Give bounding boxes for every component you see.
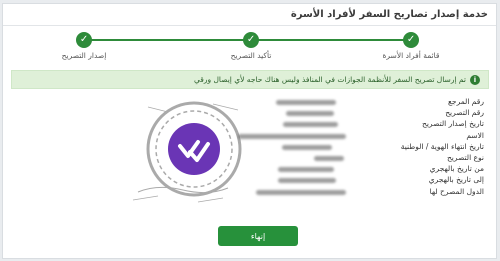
info-icon: i — [470, 74, 480, 85]
step-label: تأكيد التصريح — [230, 51, 272, 60]
step-issue-permit: ✓ إصدار التصريح — [34, 32, 134, 60]
step-family-list: ✓ قائمة أفراد الأسرة — [361, 32, 461, 60]
step-label: قائمة أفراد الأسرة — [382, 51, 440, 60]
finish-button[interactable]: إنهاء — [218, 226, 298, 246]
field-id-expiry: تاريخ انتهاء الهوية / الوطنية — [400, 141, 484, 151]
check-icon: ✓ — [76, 32, 92, 48]
check-icon: ✓ — [243, 32, 259, 48]
permit-field-labels: رقم المرجع رقم التصريح تاريخ إصدار التصر… — [354, 97, 484, 198]
redacted-value — [282, 144, 332, 150]
redacted-value — [314, 155, 344, 161]
field-from-date: من تاريخ بالهجري — [429, 164, 484, 174]
field-to-date: إلى تاريخ بالهجري — [428, 175, 484, 185]
permit-card: خدمة إصدار تصاريح السفر لأفراد الأسرة ✓ … — [2, 3, 497, 259]
field-permit-type: نوع التصريح — [446, 152, 484, 162]
redacted-value — [283, 122, 338, 128]
passport-stamp-image — [132, 101, 242, 203]
redacted-value — [286, 111, 334, 117]
redacted-value — [276, 100, 336, 105]
step-label: إصدار التصريح — [61, 51, 107, 60]
redacted-value — [278, 178, 336, 184]
field-reference-number: رقم المرجع — [447, 97, 484, 106]
alert-text: تم إرسال تصريح السفر للأنظمة الجوازات في… — [194, 75, 466, 84]
check-icon: ✓ — [403, 32, 419, 48]
redacted-value — [278, 167, 334, 173]
step-confirm-permit: ✓ تأكيد التصريح — [201, 32, 301, 60]
field-name: الاسم — [466, 130, 484, 140]
field-issue-date: تاريخ إصدار التصريح — [422, 119, 484, 129]
redacted-value — [256, 189, 346, 195]
page-title: خدمة إصدار تصاريح السفر لأفراد الأسرة — [290, 9, 488, 20]
card-header: خدمة إصدار تصاريح السفر لأفراد الأسرة — [3, 4, 496, 26]
field-allowed-countries: الدول المصرح لها — [429, 186, 484, 196]
field-permit-number: رقم التصريح — [445, 108, 484, 118]
progress-stepper: ✓ قائمة أفراد الأسرة ✓ تأكيد التصريح ✓ إ… — [3, 32, 496, 66]
success-alert: i تم إرسال تصريح السفر للأنظمة الجوازات … — [11, 70, 489, 89]
